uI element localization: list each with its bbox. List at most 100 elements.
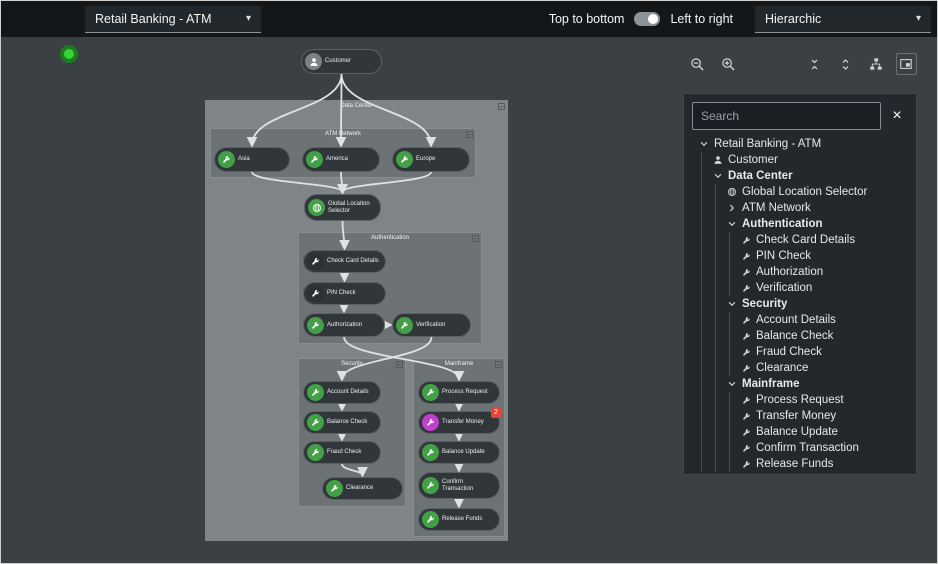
tree-guide-line [715, 392, 729, 408]
search-row: × [692, 102, 908, 130]
node-america[interactable]: America [302, 147, 380, 172]
tree-guide-line [701, 264, 715, 280]
tree-item-balance-check[interactable]: Balance Check [692, 328, 908, 344]
tree-guide-line [729, 248, 743, 264]
collapse-icon[interactable] [804, 53, 826, 75]
tree-item-authorization[interactable]: Authorization [692, 264, 908, 280]
zoom-out-icon[interactable] [687, 53, 709, 75]
tree-item-label: Customer [728, 154, 778, 166]
tree-guide-line [701, 184, 715, 200]
tree-guide-line [715, 360, 729, 376]
expand-icon[interactable] [835, 53, 857, 75]
tree-guide-line [729, 264, 743, 280]
hierarchy-icon[interactable] [865, 53, 887, 75]
zoom-in-icon[interactable] [718, 53, 740, 75]
tree-guide-line [715, 248, 729, 264]
node-label: Europe [416, 156, 436, 163]
node-label: Check Card Details [327, 258, 379, 265]
tree-guide-line [715, 200, 729, 216]
tree-guide-line [701, 248, 715, 264]
chevron-down-icon: ▾ [915, 13, 921, 24]
overview-icon[interactable] [895, 53, 918, 75]
tree-guide-line [701, 312, 715, 328]
tree-item-confirm-transaction[interactable]: Confirm Transaction [692, 440, 908, 456]
tree-item-process-request[interactable]: Process Request [692, 392, 908, 408]
wrench-icon [307, 316, 324, 334]
tree-item-transfer-money[interactable]: Transfer Money [692, 408, 908, 424]
tree-guide-line [715, 216, 729, 232]
tree-item-data-center[interactable]: Data Center [692, 168, 908, 184]
tree-item-verification[interactable]: Verification [692, 280, 908, 296]
wrench-icon [396, 316, 413, 334]
person-icon [305, 53, 322, 70]
node-europe[interactable]: Europe [392, 147, 470, 172]
tree-item-retail-banking-atm[interactable]: Retail Banking - ATM [692, 136, 908, 152]
node-authorization[interactable]: Authorization [303, 313, 385, 337]
node-check-card-details[interactable]: Check Card Details [303, 250, 386, 273]
layout-dropdown[interactable]: Hierarchic ▾ [755, 5, 931, 33]
tree-item-label: Global Location Selector [742, 186, 868, 198]
close-icon[interactable]: × [886, 105, 908, 127]
node-process-request[interactable]: Process Request [418, 381, 500, 404]
wrench-icon [307, 253, 324, 270]
tree-item-label: ATM Network [742, 202, 811, 214]
tree-item-atm-network[interactable]: ATM Network [692, 200, 908, 216]
node-confirm-transaction[interactable]: Confirm Transaction [418, 472, 500, 499]
orientation-label-top-to-bottom: Top to bottom [548, 12, 625, 26]
tree-item-account-details[interactable]: Account Details [692, 312, 908, 328]
orientation-toggle[interactable] [634, 12, 661, 26]
node-verification[interactable]: Verification [392, 313, 471, 337]
tree-guide-line [701, 280, 715, 296]
tree-item-label: Authorization [756, 266, 824, 278]
dataset-dropdown[interactable]: Retail Banking - ATM ▾ [85, 5, 261, 33]
tree-guide-line [701, 152, 715, 168]
tree-guide-line [729, 424, 743, 440]
node-label: Customer [325, 58, 352, 65]
tree-item-label: Mainframe [742, 378, 800, 390]
node-clearance[interactable]: Clearance [322, 477, 403, 500]
tree-item-label: Process Request [756, 394, 844, 406]
tree-item-global-location-selector[interactable]: Global Location Selector [692, 184, 908, 200]
wrench-icon [326, 480, 343, 497]
node-label: America [326, 156, 349, 163]
node-pin-check[interactable]: PIN Check [303, 282, 386, 305]
tree-item-authentication[interactable]: Authentication [692, 216, 908, 232]
node-transfer-money[interactable]: Transfer Money 2 [418, 408, 501, 434]
tree-item-label: PIN Check [756, 250, 811, 262]
tree-item-customer[interactable]: Customer [692, 152, 908, 168]
wrench-icon [422, 384, 439, 401]
node-release-funds[interactable]: Release Funds [418, 508, 500, 531]
tree-item-fraud-check[interactable]: Fraud Check [692, 344, 908, 360]
tree-item-check-card-details[interactable]: Check Card Details [692, 232, 908, 248]
tree-guide-line [701, 408, 715, 424]
search-input[interactable] [692, 102, 881, 130]
chevron-down-icon[interactable] [696, 139, 712, 149]
tree-item-security[interactable]: Security [692, 296, 908, 312]
node-global-location-selector[interactable]: Global Location Selector [304, 194, 381, 221]
node-asia[interactable]: Asia [214, 147, 290, 172]
node-label: Clearance [346, 485, 374, 492]
tree-guide-line [729, 232, 743, 248]
tree-item-clearance[interactable]: Clearance [692, 360, 908, 376]
tree-item-label: Account Details [756, 314, 836, 326]
node-label: Authorization [327, 321, 363, 328]
tree-guide-line [729, 360, 743, 376]
node-balance-update[interactable]: Balance Update [418, 441, 500, 464]
node-label: Verification [416, 321, 446, 328]
node-balance-check[interactable]: Balance Check [303, 411, 381, 434]
tree-item-balance-update[interactable]: Balance Update [692, 424, 908, 440]
diagram-toolbar [687, 51, 918, 77]
tree-item-mainframe[interactable]: Mainframe [692, 376, 908, 392]
tree-item-release-funds[interactable]: Release Funds [692, 456, 908, 472]
tree-item-pin-check[interactable]: PIN Check [692, 248, 908, 264]
node-fraud-check[interactable]: Fraud Check [303, 441, 381, 464]
tree-guide-line [701, 200, 715, 216]
tree-guide-line [715, 312, 729, 328]
tree-guide-line [729, 344, 743, 360]
node-customer[interactable]: Customer [301, 49, 382, 74]
tree-item-label: Data Center [728, 170, 793, 182]
tree-item-label: Balance Check [756, 330, 834, 342]
node-account-details[interactable]: Account Details [303, 381, 381, 404]
tree-item-label: Release Funds [756, 458, 834, 470]
node-label: Transfer Money [442, 419, 484, 426]
